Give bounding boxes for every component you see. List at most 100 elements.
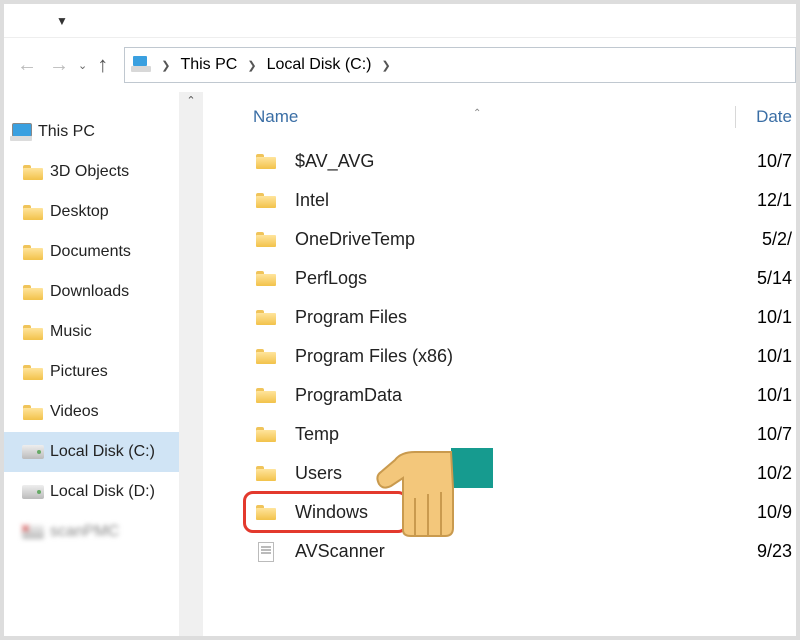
sidebar-item-label: Desktop bbox=[50, 203, 109, 221]
drive-icon bbox=[22, 441, 44, 463]
file-date: 5/14 bbox=[757, 268, 792, 289]
sort-indicator-icon: ⌃ bbox=[473, 108, 481, 119]
file-name: Intel bbox=[295, 190, 796, 211]
sidebar-item-label: 3D Objects bbox=[50, 163, 129, 181]
sidebar-item-label: This PC bbox=[38, 123, 95, 141]
folder-icon bbox=[253, 310, 279, 325]
folder-icon bbox=[253, 271, 279, 286]
file-name: PerfLogs bbox=[295, 268, 796, 289]
list-item[interactable]: Temp 10/7 bbox=[253, 415, 796, 454]
list-item[interactable]: Program Files (x86) 10/1 bbox=[253, 337, 796, 376]
drive-icon bbox=[131, 56, 153, 74]
list-item[interactable]: $AV_AVG 10/7 bbox=[253, 142, 796, 181]
folder-icon bbox=[253, 349, 279, 364]
sidebar-item-label: Videos bbox=[50, 403, 99, 421]
folder-icon bbox=[253, 388, 279, 403]
file-date: 10/7 bbox=[757, 151, 792, 172]
sidebar-item-music[interactable]: Music bbox=[4, 312, 179, 352]
file-name: Users bbox=[295, 463, 796, 484]
file-name: Program Files bbox=[295, 307, 796, 328]
list-item[interactable]: Users 10/2 bbox=[253, 454, 796, 493]
drive-x-icon bbox=[22, 521, 44, 543]
sidebar-item-3d-objects[interactable]: 3D Objects bbox=[4, 152, 179, 192]
sidebar-item-videos[interactable]: Videos bbox=[4, 392, 179, 432]
folder-icon bbox=[22, 201, 44, 223]
file-name: ProgramData bbox=[295, 385, 796, 406]
sidebar-item-label: Documents bbox=[50, 243, 131, 261]
nav-up-icon[interactable]: ↑ bbox=[97, 52, 108, 78]
navigation-bar: ← → ⌄ ↑ ❯ This PC ❯ Local Disk (C:) ❯ bbox=[4, 38, 796, 92]
sidebar-item-desktop[interactable]: Desktop bbox=[4, 192, 179, 232]
sidebar-item-documents[interactable]: Documents bbox=[4, 232, 179, 272]
list-item-windows[interactable]: Windows 10/9 bbox=[253, 493, 796, 532]
breadcrumb-local-disk-c[interactable]: Local Disk (C:) bbox=[265, 54, 374, 76]
file-name: Program Files (x86) bbox=[295, 346, 796, 367]
nav-history-dropdown-icon[interactable]: ⌄ bbox=[78, 59, 87, 72]
list-item[interactable]: ProgramData 10/1 bbox=[253, 376, 796, 415]
file-name: Windows bbox=[295, 502, 796, 523]
sidebar-item-disconnected-drive[interactable]: scanPMC bbox=[4, 512, 179, 552]
scrollbar[interactable]: ⌃ bbox=[179, 92, 203, 636]
file-date: 10/2 bbox=[757, 463, 792, 484]
chevron-right-icon[interactable]: ❯ bbox=[243, 59, 260, 72]
list-item[interactable]: Program Files 10/1 bbox=[253, 298, 796, 337]
folder-icon bbox=[22, 281, 44, 303]
column-separator[interactable] bbox=[735, 106, 736, 128]
chevron-right-icon[interactable]: ❯ bbox=[157, 59, 174, 72]
drive-icon bbox=[22, 481, 44, 503]
folder-icon bbox=[253, 154, 279, 169]
file-name: Temp bbox=[295, 424, 796, 445]
list-item[interactable]: PerfLogs 5/14 bbox=[253, 259, 796, 298]
sidebar-item-label: scanPMC bbox=[50, 523, 119, 541]
file-list-pane: Name ⌃ Date $AV_AVG 10/7 Intel 12/1 OneD… bbox=[203, 92, 796, 636]
folder-icon bbox=[22, 321, 44, 343]
column-headers: Name ⌃ Date bbox=[253, 102, 796, 132]
nav-back-icon: ← bbox=[14, 52, 40, 78]
folder-icon bbox=[253, 466, 279, 481]
sidebar-item-local-disk-d[interactable]: Local Disk (D:) bbox=[4, 472, 179, 512]
column-header-date[interactable]: Date bbox=[756, 107, 792, 127]
scroll-up-icon[interactable]: ⌃ bbox=[179, 94, 203, 107]
file-date: 10/9 bbox=[757, 502, 792, 523]
list-item[interactable]: Intel 12/1 bbox=[253, 181, 796, 220]
folder-icon bbox=[22, 361, 44, 383]
file-date: 12/1 bbox=[757, 190, 792, 211]
main-area: This PC 3D Objects Desktop Documents Dow… bbox=[4, 92, 796, 636]
sidebar-item-label: Local Disk (C:) bbox=[50, 443, 155, 461]
file-name: AVScanner bbox=[295, 541, 796, 562]
file-list: $AV_AVG 10/7 Intel 12/1 OneDriveTemp 5/2… bbox=[253, 142, 796, 571]
document-icon bbox=[253, 542, 279, 562]
file-date: 10/1 bbox=[757, 346, 792, 367]
file-date: 10/1 bbox=[757, 385, 792, 406]
folder-icon bbox=[22, 241, 44, 263]
folder-icon bbox=[22, 161, 44, 183]
folder-icon bbox=[253, 232, 279, 247]
list-item[interactable]: AVScanner 9/23 bbox=[253, 532, 796, 571]
folder-icon bbox=[253, 505, 279, 520]
chevron-right-icon[interactable]: ❯ bbox=[377, 59, 394, 72]
titlebar: ▼ bbox=[4, 4, 796, 38]
file-date: 10/7 bbox=[757, 424, 792, 445]
sidebar-item-pictures[interactable]: Pictures bbox=[4, 352, 179, 392]
qat-dropdown-icon[interactable]: ▼ bbox=[56, 14, 68, 28]
folder-icon bbox=[253, 193, 279, 208]
file-name: OneDriveTemp bbox=[295, 229, 796, 250]
sidebar-item-downloads[interactable]: Downloads bbox=[4, 272, 179, 312]
sidebar-item-local-disk-c[interactable]: Local Disk (C:) bbox=[4, 432, 179, 472]
sidebar-item-label: Local Disk (D:) bbox=[50, 483, 155, 501]
list-item[interactable]: OneDriveTemp 5/2/ bbox=[253, 220, 796, 259]
sidebar-item-this-pc[interactable]: This PC bbox=[4, 112, 179, 152]
nav-forward-icon: → bbox=[46, 52, 72, 78]
monitor-icon bbox=[10, 121, 32, 143]
folder-icon bbox=[22, 401, 44, 423]
file-date: 10/1 bbox=[757, 307, 792, 328]
sidebar-item-label: Downloads bbox=[50, 283, 129, 301]
sidebar-item-label: Music bbox=[50, 323, 92, 341]
file-date: 9/23 bbox=[757, 541, 792, 562]
breadcrumb-this-pc[interactable]: This PC bbox=[178, 54, 239, 76]
folder-icon bbox=[253, 427, 279, 442]
sidebar-item-label: Pictures bbox=[50, 363, 108, 381]
navigation-pane: This PC 3D Objects Desktop Documents Dow… bbox=[4, 92, 179, 636]
address-bar[interactable]: ❯ This PC ❯ Local Disk (C:) ❯ bbox=[124, 47, 796, 83]
file-name: $AV_AVG bbox=[295, 151, 796, 172]
